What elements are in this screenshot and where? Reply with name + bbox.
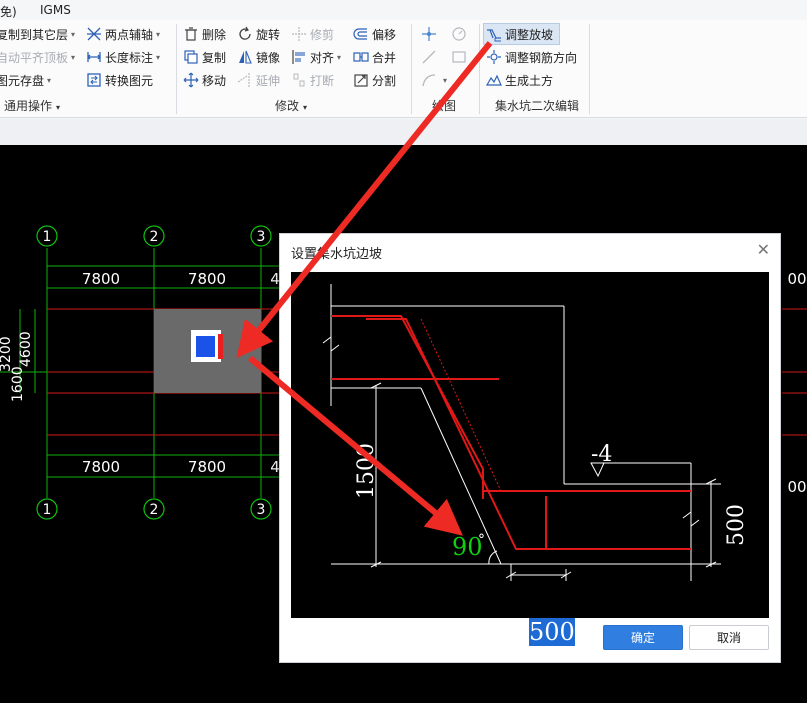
group-modify[interactable]: 修改 ▾ [275,97,307,114]
close-icon[interactable]: ✕ [757,240,770,259]
menu-bar: 免) IGMS [0,0,807,22]
slope-icon [486,26,502,42]
elevation-label: -4 [591,442,612,467]
extend-icon [237,72,253,88]
menu-item-igms[interactable]: IGMS [40,3,71,17]
rectangle-icon [451,49,467,65]
axis-icon [86,26,102,42]
axis-label-bottom: 1 [43,502,52,518]
copy-to-layer-button[interactable]: 复制到其它层 ▾ [0,24,75,44]
adjust-slope-button[interactable]: 调整放坡 [483,23,561,45]
sump-pit-core [196,336,215,357]
dimension-text-vertical: 4600 [18,331,34,367]
mirror-button[interactable]: 镜像 [237,47,280,67]
generate-earthwork-button[interactable]: 生成土方 [485,70,553,90]
offset-button[interactable]: 偏移 [353,24,396,44]
rebar-lines [331,315,691,550]
cancel-button[interactable]: 取消 [689,625,769,650]
mirror-icon [237,49,253,65]
merge-button[interactable]: 合并 [353,47,396,67]
line-draw-button[interactable] [421,47,440,67]
red-grid-lines-right [782,308,807,436]
copy-button[interactable]: 复制 [183,47,226,67]
dimension-text: 00 [787,270,806,288]
break-symbols [322,336,700,527]
split-icon [353,72,369,88]
ribbon-divider [479,24,480,114]
convert-icon [86,72,102,88]
axis-label-top: 2 [150,229,159,245]
offset-icon [353,26,369,42]
axis-label-top: 3 [257,229,266,245]
ok-button[interactable]: 确定 [603,625,683,650]
crosshair-icon [421,26,437,42]
save-element-button[interactable]: 图元存盘 ▾ [0,70,51,90]
slope-diagram-svg: 1500 -4 500 90 ° [322,284,749,581]
ribbon-panel: 复制到其它层 ▾ 自动平齐顶板 ▾ 图元存盘 ▾ 两点辅轴 ▾ 长度标注 ▾ 转换图元 [0,20,807,118]
break-icon [291,72,307,88]
move-button[interactable]: 移动 [183,70,226,90]
earthwork-icon [485,72,502,88]
trim-icon [291,26,307,42]
dimension-text: 00 [787,478,806,496]
copy-icon [183,49,199,65]
ribbon-toolbar: 免) IGMS 复制到其它层 ▾ 自动平齐顶板 ▾ 图元存盘 ▾ 两点辅轴 ▾ 长度标注… [0,0,807,145]
gauge-icon [451,26,467,42]
align-icon [291,49,307,65]
axis-label-bottom: 3 [257,502,266,518]
axis-label-top: 1 [43,229,52,245]
slope-dashed-line [420,318,502,492]
group-common-operations[interactable]: 通用操作 ▾ [4,97,60,114]
split-button[interactable]: 分割 [353,70,396,90]
merge-icon [353,49,369,65]
dimension-text: 7800 [188,458,226,476]
trim-button[interactable]: 修剪 [291,24,334,44]
line-icon [421,49,437,65]
menu-item-partial[interactable]: 免) [0,3,17,20]
extend-button[interactable]: 延伸 [237,70,280,90]
break-button[interactable]: 打断 [291,70,334,90]
two-point-axis-button[interactable]: 两点辅轴 ▾ [86,24,160,44]
dimension-text-vertical: 3200 [0,336,14,372]
group-sump-edit[interactable]: 集水坑二次编辑 [495,97,579,114]
right-dimension: 500 [724,504,749,546]
ribbon-bottom-strip [0,119,807,145]
dialog-title: 设置集水坑边坡 [291,247,383,262]
circle-draw-button[interactable] [451,24,470,44]
arc-draw-button[interactable]: ▾ [421,70,447,90]
ribbon-divider [176,24,177,114]
rect-draw-button[interactable] [451,47,470,67]
dimension-text: 7800 [188,270,226,288]
move-icon [183,72,199,88]
dimension-text: 7800 [82,458,120,476]
slope-width-value: 500 [529,618,575,646]
degree-symbol: ° [478,532,485,548]
trash-icon [183,26,199,42]
ribbon-divider [411,24,412,114]
diagram-outline [330,284,721,581]
dimension-icon [86,49,102,65]
rebar-direction-icon [486,49,502,65]
convert-element-button[interactable]: 转换图元 [86,70,153,90]
set-sump-slope-dialog: 设置集水坑边坡 ✕ 1500 -4 500 90 ° 500 确定 取消 [279,233,781,663]
auto-align-top-button[interactable]: 自动平齐顶板 ▾ [0,47,75,67]
arc-icon [421,72,437,88]
length-dimension-button[interactable]: 长度标注 ▾ [86,47,160,67]
selected-edge[interactable] [218,334,223,359]
delete-button[interactable]: 删除 [183,24,226,44]
group-draw[interactable]: 绘图 [432,97,456,114]
rotate-button[interactable]: 旋转 [237,24,280,44]
dimension-text: 7800 [82,270,120,288]
slope-diagram: 1500 -4 500 90 ° 500 [291,272,769,652]
align-button[interactable]: 对齐 ▾ [291,47,341,67]
axis-label-bottom: 2 [150,502,159,518]
point-draw-button[interactable] [421,24,440,44]
ribbon-divider [589,24,590,114]
depth-dimension: 1500 [354,443,379,499]
rotate-icon [237,26,253,42]
adjust-rebar-direction-button[interactable]: 调整钢筋方向 [486,47,577,67]
